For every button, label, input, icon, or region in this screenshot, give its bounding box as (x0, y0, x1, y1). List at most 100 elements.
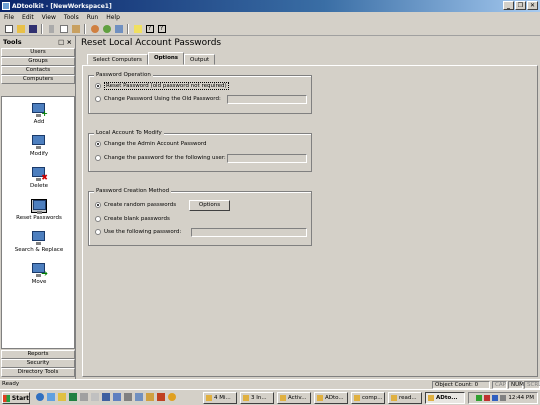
new-icon (4, 25, 13, 33)
start-button[interactable]: Start (2, 392, 30, 404)
password-field[interactable] (191, 228, 307, 237)
move-computer-icon: ➔ (31, 263, 48, 278)
cut-icon (49, 25, 54, 33)
menu-tools[interactable]: Tools (64, 14, 79, 21)
arrow-icon[interactable] (69, 393, 77, 401)
tray-icon[interactable] (492, 395, 499, 401)
tab-strip: Select Computers Options Output (87, 52, 216, 65)
action-add[interactable]: + Add (2, 103, 76, 125)
action-search-replace[interactable]: Search & Replace (2, 231, 76, 253)
menu-edit[interactable]: Edit (22, 14, 34, 21)
folder-icon[interactable] (58, 393, 66, 401)
action-reset-passwords[interactable]: Reset Passwords (2, 199, 76, 221)
category-security[interactable]: Security (1, 359, 75, 368)
category-groups[interactable]: Groups (1, 57, 75, 66)
app-icon[interactable] (102, 393, 110, 401)
action-delete-label: Delete (29, 183, 49, 189)
taskbar-task[interactable]: 3 In... (240, 392, 274, 404)
modify-computer-icon (31, 135, 47, 149)
menu-bar: File Edit View Tools Run Help (0, 12, 540, 23)
action-search-replace-label: Search & Replace (14, 247, 64, 253)
group-icon (102, 25, 111, 33)
category-reports[interactable]: Reports (1, 350, 75, 359)
tab-output[interactable]: Output (184, 54, 216, 65)
tools-pane: Tools □ × Users Groups Contacts Computer… (0, 36, 76, 379)
options-panel: Password Operation Reset Password (old p… (82, 65, 538, 377)
radio-button[interactable] (95, 202, 101, 208)
radio-button[interactable] (95, 229, 101, 235)
reset-password-option[interactable]: Reset Password (old password not require… (95, 82, 229, 90)
change-password-option[interactable]: Change Password Using the Old Password: (95, 96, 221, 102)
save-button[interactable] (27, 24, 38, 35)
page-title: Reset Local Account Passwords (81, 38, 222, 48)
app-icon[interactable] (157, 393, 165, 401)
internet-explorer-icon[interactable] (36, 393, 44, 401)
random-passwords-option[interactable]: Create random passwords (95, 202, 176, 208)
following-password-option[interactable]: Use the following password: (95, 229, 181, 235)
taskbar-task[interactable]: ADto... (314, 392, 348, 404)
menu-file[interactable]: File (4, 14, 14, 21)
help-button[interactable] (132, 24, 143, 35)
user-button[interactable] (89, 24, 100, 35)
action-delete[interactable]: ✖ Delete (2, 167, 76, 189)
volume-icon[interactable] (500, 395, 507, 401)
tab-options[interactable]: Options (147, 52, 185, 65)
old-password-field[interactable] (227, 95, 307, 104)
bottom-categories: Reports Security Directory Tools (0, 350, 75, 377)
category-users[interactable]: Users (1, 48, 75, 57)
tool-icon[interactable] (80, 393, 88, 401)
taskbar-task[interactable]: Activ... (277, 392, 311, 404)
action-move[interactable]: ➔ Move (2, 263, 76, 285)
group-button[interactable] (101, 24, 112, 35)
restore-button[interactable]: ❐ (515, 1, 526, 10)
desktop-icon[interactable] (47, 393, 55, 401)
radio-button[interactable] (95, 96, 101, 102)
cut-button[interactable] (46, 24, 57, 35)
paste-button[interactable] (70, 24, 81, 35)
app-icon[interactable] (146, 393, 154, 401)
category-contacts[interactable]: Contacts (1, 66, 75, 75)
tools-pane-controls[interactable]: □ × (58, 38, 72, 46)
password-operation-label: Password Operation (94, 72, 153, 78)
radio-button[interactable] (95, 141, 101, 147)
radio-button[interactable] (95, 155, 101, 161)
new-button[interactable] (3, 24, 14, 35)
radio-button[interactable] (95, 216, 101, 222)
options-button[interactable]: Options (189, 200, 230, 211)
taskbar-task-active[interactable]: ADto... (425, 392, 465, 404)
app-icon[interactable] (168, 393, 176, 401)
category-directory-tools[interactable]: Directory Tools (1, 368, 75, 377)
computer-button[interactable] (113, 24, 124, 35)
tray-icon[interactable] (484, 395, 491, 401)
menu-run[interactable]: Run (87, 14, 99, 21)
about-button[interactable]: ? (156, 24, 167, 35)
whats-this-button[interactable]: ? (144, 24, 155, 35)
action-modify[interactable]: Modify (2, 135, 76, 157)
category-computers[interactable]: Computers (1, 75, 75, 84)
following-user-option[interactable]: Change the password for the following us… (95, 155, 226, 161)
taskbar-task[interactable]: read... (388, 392, 422, 404)
menu-view[interactable]: View (42, 14, 56, 21)
open-button[interactable] (15, 24, 26, 35)
close-button[interactable]: ✕ (527, 1, 538, 10)
copy-button[interactable] (58, 24, 69, 35)
cap-indicator: CAP (492, 381, 507, 389)
tab-select-computers[interactable]: Select Computers (87, 54, 148, 65)
app-icon[interactable] (113, 393, 121, 401)
status-bar: Ready Object Count: 0 CAP NUM SCRL (0, 379, 540, 389)
app-icon[interactable] (135, 393, 143, 401)
blank-passwords-option[interactable]: Create blank passwords (95, 216, 170, 222)
taskbar-task[interactable]: 4 Mi... (203, 392, 237, 404)
menu-help[interactable]: Help (106, 14, 120, 21)
taskbar-task[interactable]: comp... (351, 392, 385, 404)
minimize-button[interactable]: _ (503, 1, 514, 10)
clock[interactable]: 12:44 PM (508, 395, 534, 401)
radio-button[interactable] (95, 83, 101, 89)
admin-account-option[interactable]: Change the Admin Account Password (95, 141, 207, 147)
app-icon[interactable] (91, 393, 99, 401)
status-text: Ready (2, 381, 20, 387)
search-replace-icon (31, 231, 47, 245)
user-name-field[interactable] (227, 154, 307, 163)
tray-icon[interactable] (476, 395, 483, 401)
app-icon[interactable] (124, 393, 132, 401)
